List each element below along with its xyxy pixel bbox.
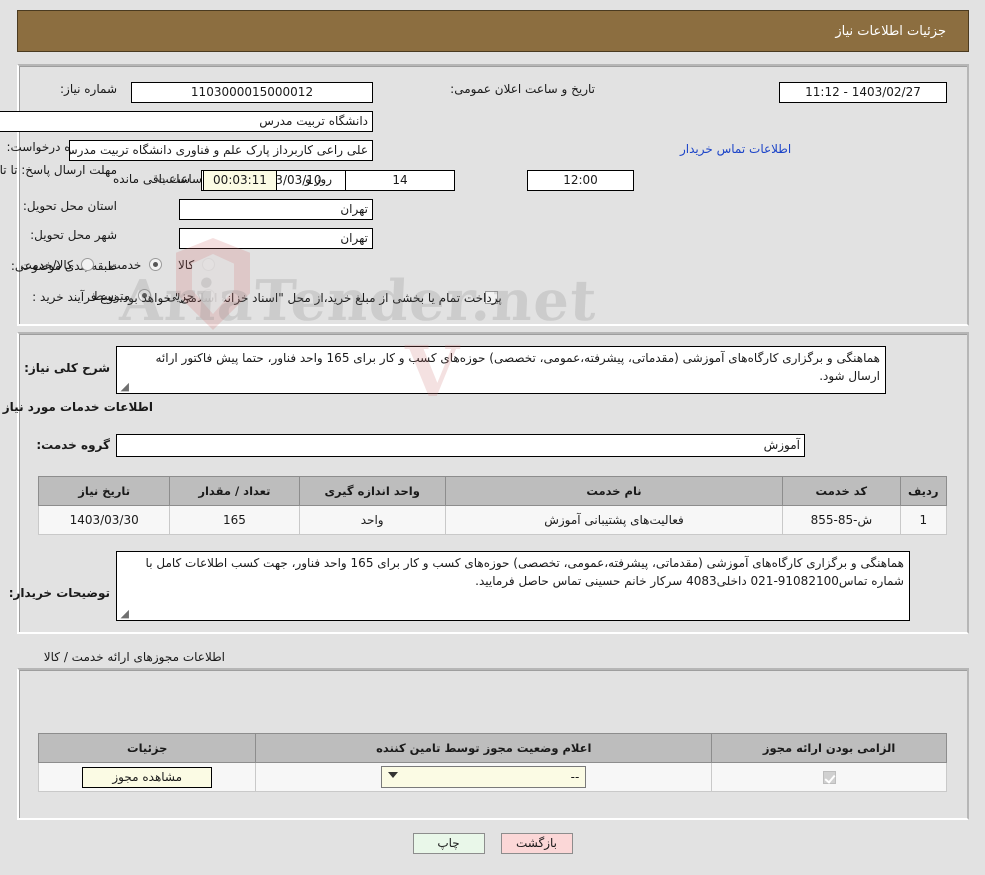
category-radio-khedmat[interactable]: خدمت [94,257,163,272]
permit-required-checkbox [822,771,836,784]
col-permit-status: اعلام وضعیت مجوز توسط تامین کننده [255,733,713,763]
remaining-days-value: 14 [345,170,455,191]
remaining-days-label: روز و [305,172,332,186]
permit-status-selected-value: -- [570,770,580,784]
creator-value: علی راعی کاربرداز پارک علم و فناوری دانش… [69,140,373,161]
category-radio-group: کالا خدمت کالا/خدمت [9,257,215,272]
back-button[interactable]: بازگشت [500,833,573,854]
need-info-panel [17,64,969,326]
description-textarea[interactable]: هماهنگی و برگزاری کارگاه‌های آموزشی (مقد… [116,346,886,394]
announce-datetime-label: تاریخ و ساعت اعلان عمومی: [450,82,595,96]
deadline-label-row: مهلت ارسال پاسخ: تا تاریخ: [0,163,117,178]
col-service-name: نام خدمت [444,476,784,506]
category-radio-kala[interactable]: کالا [162,257,215,272]
col-need-date: تاریخ نیاز [37,476,171,506]
permits-section-title: اطلاعات مجوزهای ارائه خدمت / کالا [43,650,225,664]
cell-permit-details: مشاهده مجوز [37,762,257,792]
permits-table-header-row: الزامی بودن ارائه مجوز اعلام وضعیت مجوز … [37,733,947,763]
announce-label-row: تاریخ و ساعت اعلان عمومی: [450,82,595,96]
resize-grip-icon[interactable]: ◢ [119,381,129,392]
col-permit-details: جزئیات [37,733,257,763]
radio-kala-khedmat-icon[interactable] [80,258,94,271]
page-title-bar: جزئیات اطلاعات نیاز [17,10,969,52]
category-option-label-0: کالا [177,257,195,272]
col-service-code: کد خدمت [782,476,901,506]
description-text: هماهنگی و برگزاری کارگاه‌های آموزشی (مقد… [155,351,880,383]
remaining-hours-label: ساعت باقی مانده [113,172,203,186]
table-row: 1 ش-85-855 فعالیت‌های پشتیبانی آموزش واح… [37,505,948,535]
city-label: شهر محل تحویل: [30,228,117,242]
need-number-label-row: شماره نیاز: [60,82,117,96]
announce-datetime-value: 1403/02/27 - 11:12 [779,82,947,103]
cell-permit-required [711,762,947,792]
services-section-title: اطلاعات خدمات مورد نیاز [2,400,153,414]
cell-unit: واحد [298,505,446,535]
cell-need-date: 1403/03/30 [37,505,171,535]
service-group-label: گروه خدمت: [36,438,110,452]
buyer-contact-info-link[interactable]: اطلاعات تماس خریدار [680,142,791,156]
page-title: جزئیات اطلاعات نیاز [835,23,946,39]
radio-khedmat-icon[interactable] [149,258,163,271]
services-table-header-row: ردیف کد خدمت نام خدمت واحد اندازه گیری ت… [37,476,948,506]
province-label-row: استان محل تحویل: [23,199,117,213]
col-quantity: تعداد / مقدار [169,476,300,506]
buyer-notes-label: توضیحات خریدار: [8,586,110,600]
permits-table: الزامی بودن ارائه مجوز اعلام وضعیت مجوز … [37,733,947,792]
city-label-row: شهر محل تحویل: [30,228,117,242]
col-permit-required: الزامی بودن ارائه مجوز [711,733,947,763]
permit-status-select[interactable]: -- [381,766,587,788]
col-index: ردیف [899,476,948,506]
province-value: تهران [179,199,373,220]
radio-kala-icon[interactable] [202,258,215,271]
buyer-org-value: دانشگاه تربیت مدرس [0,111,373,132]
category-option-label-2: کالا/خدمت [20,257,73,272]
need-number-value: 1103000015000012 [131,82,373,103]
province-label: استان محل تحویل: [22,199,117,213]
treasury-bond-text: پرداخت تمام یا بخشی از مبلغ خرید،از محل … [119,291,502,305]
cell-quantity: 165 [169,505,300,535]
cell-service-name: فعالیت‌های پشتیبانی آموزش [444,505,784,535]
print-button[interactable]: چاپ [412,833,485,854]
deadline-time-value: 12:00 [527,170,634,191]
category-radio-kala-khedmat[interactable]: کالا/خدمت [9,257,94,272]
col-unit: واحد اندازه گیری [298,476,446,506]
cell-permit-status: -- [255,762,713,792]
need-number-label: شماره نیاز: [60,82,117,96]
table-row: -- مشاهده مجوز [37,762,947,792]
cell-index: 1 [899,505,948,535]
buyer-notes-text: هماهنگی و برگزاری کارگاه‌های آموزشی (مقد… [145,556,904,588]
page-root: V AriaTender.net جزئیات اطلاعات نیاز شما… [0,0,985,875]
cell-service-code: ش-85-855 [782,505,901,535]
deadline-label: مهلت ارسال پاسخ: تا تاریخ: [0,163,117,177]
service-group-value: آموزش [116,434,805,457]
description-label: شرح کلی نیاز: [24,361,110,375]
services-table: ردیف کد خدمت نام خدمت واحد اندازه گیری ت… [37,476,948,535]
resize-grip-icon-2[interactable]: ◢ [119,608,129,619]
view-permit-button[interactable]: مشاهده مجوز [82,766,213,788]
category-option-label-1: خدمت [109,257,142,272]
chevron-down-icon[interactable] [388,772,399,778]
countdown-timer: 00:03:11 [203,170,277,191]
footer-button-bar: بازگشت چاپ [0,833,985,854]
city-value: تهران [179,228,373,249]
buyer-notes-textarea[interactable]: هماهنگی و برگزاری کارگاه‌های آموزشی (مقد… [116,551,910,621]
